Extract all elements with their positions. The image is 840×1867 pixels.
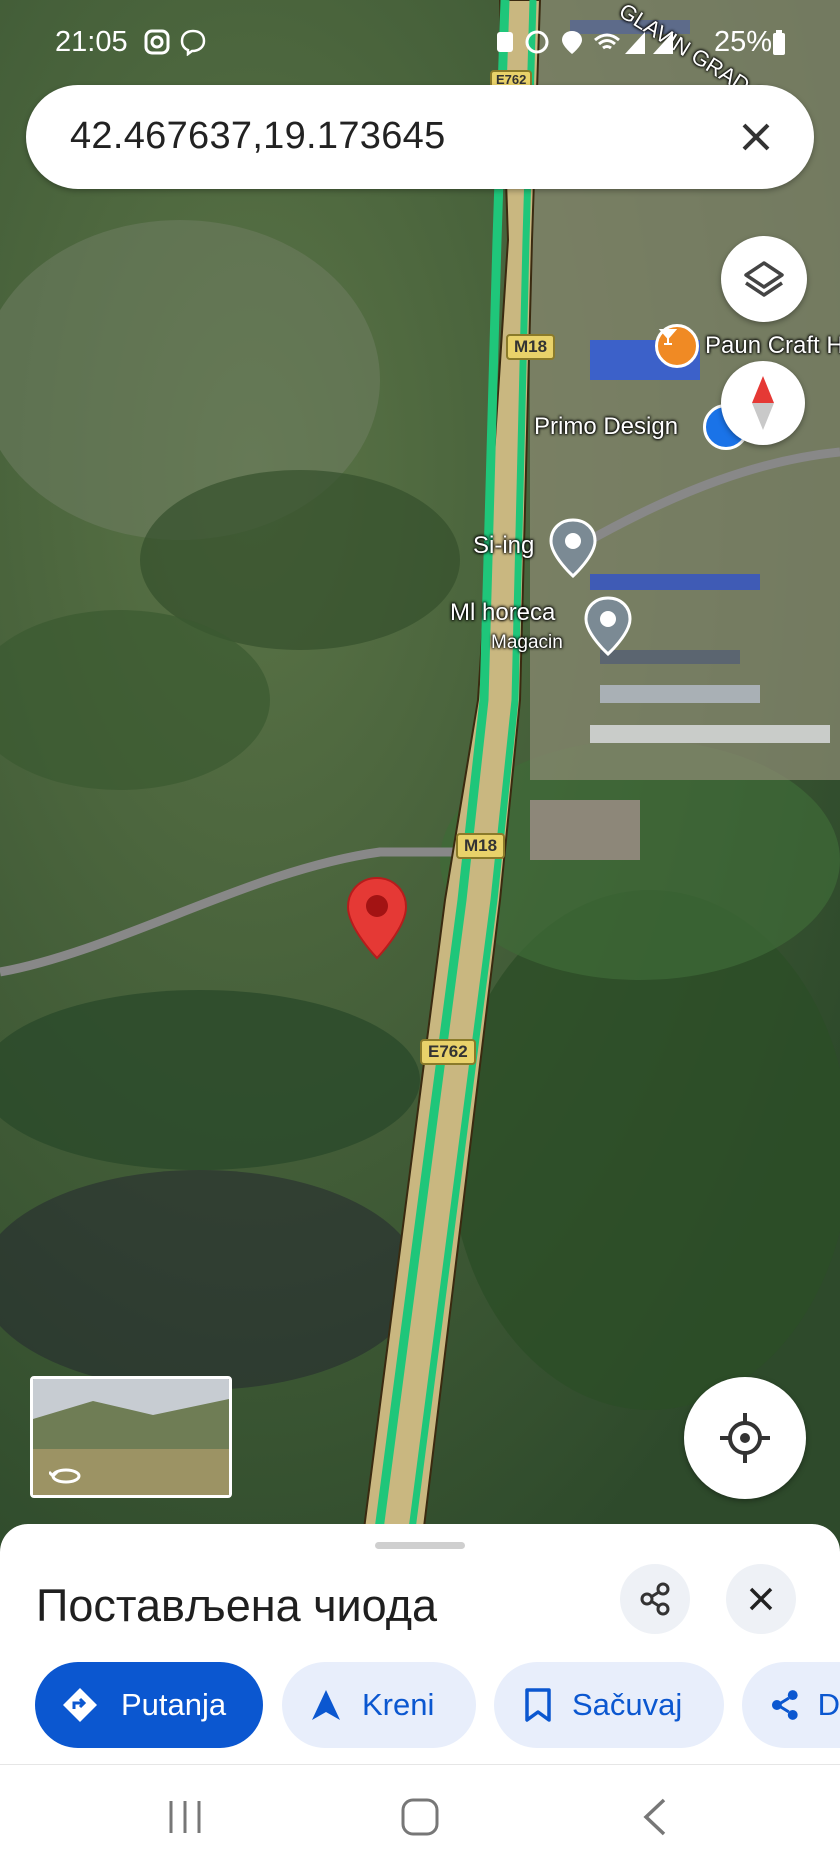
street-view-icon <box>49 1468 81 1484</box>
status-bar: 21:05 25% <box>0 0 840 80</box>
status-icons <box>495 28 695 64</box>
share-chip-label: D <box>817 1687 840 1722</box>
road-shield-m18-top: M18 <box>506 334 556 360</box>
directions-label: Putanja <box>121 1687 227 1722</box>
compass-button[interactable] <box>721 361 805 445</box>
layers-button[interactable] <box>721 236 807 322</box>
layers-icon <box>744 261 784 297</box>
directions-button[interactable]: Putanja <box>35 1662 263 1748</box>
map-imagery <box>0 0 840 1560</box>
my-location-button[interactable] <box>684 1377 806 1499</box>
recent-apps-icon[interactable] <box>165 1799 205 1835</box>
close-icon <box>749 1587 773 1611</box>
battery-percent: 25% <box>713 26 772 58</box>
back-icon[interactable] <box>640 1797 670 1837</box>
road-shield-m18: M18 <box>456 833 506 859</box>
share-icon <box>640 1582 670 1616</box>
dropped-pin-icon[interactable] <box>345 876 409 962</box>
start-button[interactable]: Kreni <box>282 1662 476 1748</box>
save-button[interactable]: Sačuvaj <box>494 1662 724 1748</box>
share-icon <box>771 1690 798 1720</box>
place-title: Постављена чиода <box>36 1580 438 1631</box>
primo-design-label: Primo Design <box>534 413 679 440</box>
system-navigation-bar <box>0 1764 840 1867</box>
place-bottom-sheet[interactable]: Постављена чиода Putanja Kreni Sačuvaj D <box>0 1524 840 1764</box>
instagram-icon <box>143 28 171 64</box>
bookmark-icon <box>525 1688 551 1722</box>
search-bar[interactable]: 42.467637,19.173645 <box>26 85 814 189</box>
battery-icon <box>772 30 786 64</box>
compass-icon <box>752 376 774 430</box>
satellite-map[interactable]: GLAVIN GRAD ORA E762 M18 M18 E762 Paun C… <box>0 0 840 1560</box>
paun-craft-label: Paun Craft H <box>705 332 840 359</box>
status-time: 21:05 <box>55 26 128 58</box>
close-icon <box>742 123 770 151</box>
place-marker-icon <box>549 518 597 579</box>
close-sheet-button[interactable] <box>726 1564 796 1634</box>
street-view-thumbnail[interactable] <box>30 1376 232 1498</box>
cocktail-icon <box>655 324 699 368</box>
directions-icon <box>63 1688 97 1722</box>
viber-icon <box>179 28 207 64</box>
road-shield-e762: E762 <box>420 1039 476 1065</box>
place-marker-icon <box>584 596 632 657</box>
magacin-label: Magacin <box>491 632 563 653</box>
sheet-drag-handle[interactable] <box>375 1542 465 1549</box>
my-location-icon <box>720 1413 770 1463</box>
clear-search-button[interactable] <box>726 107 786 167</box>
ml-horeca-label: Ml horeca <box>450 599 556 626</box>
share-chip-button[interactable]: D <box>742 1662 840 1748</box>
share-button[interactable] <box>620 1564 690 1634</box>
si-ing-label: Si-ing <box>473 532 535 559</box>
save-label: Sačuvaj <box>572 1687 683 1722</box>
start-label: Kreni <box>362 1687 435 1722</box>
navigate-arrow-icon <box>312 1690 340 1720</box>
search-input[interactable]: 42.467637,19.173645 <box>70 115 446 158</box>
home-icon[interactable] <box>400 1797 440 1837</box>
